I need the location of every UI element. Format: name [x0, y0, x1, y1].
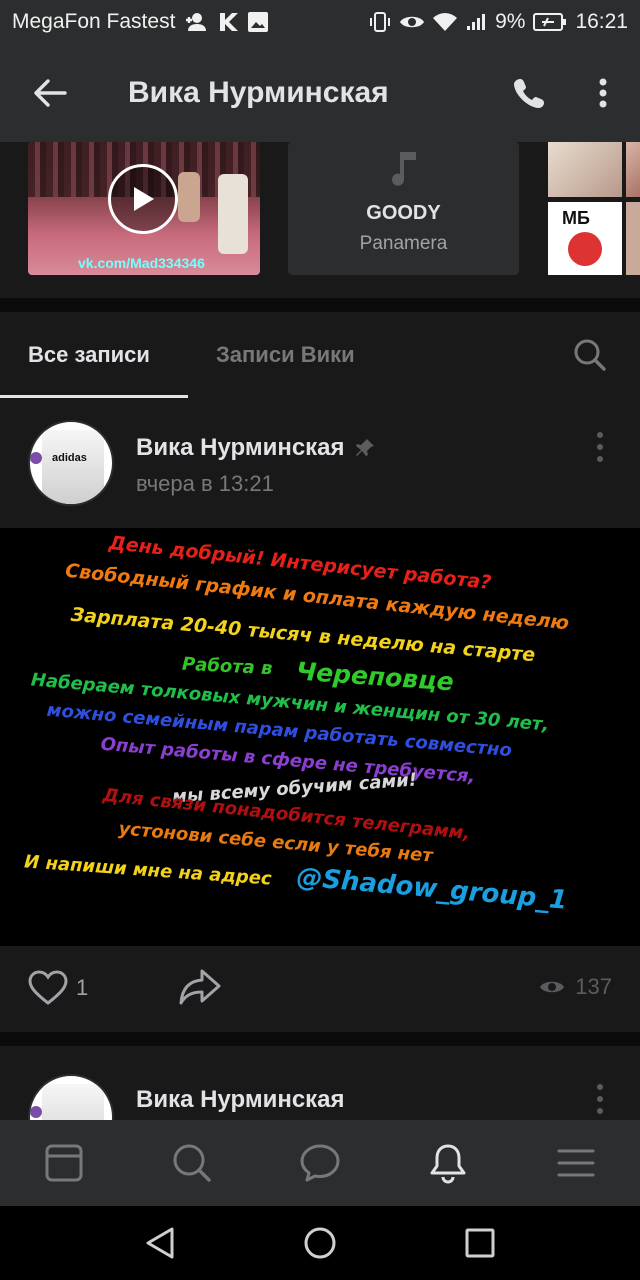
- dot-icon: [597, 1084, 603, 1090]
- bell-icon: [430, 1144, 466, 1184]
- avatar-image: [42, 1084, 104, 1120]
- share-button[interactable]: [178, 968, 222, 1011]
- search-icon: [173, 1144, 211, 1182]
- audio-track: Panamera: [359, 233, 448, 254]
- heart-icon: [28, 970, 68, 1005]
- kate-k-icon: [217, 11, 239, 33]
- avatar-dot: [30, 1106, 42, 1118]
- nav-news[interactable]: [24, 1120, 104, 1206]
- nav-menu[interactable]: [536, 1120, 616, 1206]
- share-icon: [179, 969, 221, 1005]
- newsfeed-icon: [45, 1144, 83, 1182]
- post-more-button[interactable]: [588, 432, 612, 462]
- app-header: Вика Нурминская: [0, 44, 640, 142]
- dot-icon: [597, 1108, 603, 1114]
- avatar[interactable]: [28, 1074, 114, 1120]
- eye-icon: [399, 12, 425, 32]
- search-icon: [574, 339, 606, 371]
- more-options-button[interactable]: [566, 44, 640, 142]
- like-button[interactable]: 1: [28, 970, 88, 1006]
- image-text-line: Череповце: [295, 656, 455, 697]
- post-header: adidas Вика Нурминская вчера в 13:21: [0, 398, 640, 528]
- eye-icon: [540, 981, 565, 993]
- status-bar: MegaFon Fastest 9% 16:21: [0, 0, 640, 44]
- avatar-image: [42, 430, 104, 504]
- dot-icon: [597, 432, 603, 438]
- dot-icon: [597, 456, 603, 462]
- circle-home-icon: [304, 1227, 336, 1259]
- fighter-figure: [178, 172, 200, 222]
- gallery-icon: [247, 11, 269, 33]
- image-text-line: @Shadow_group_1: [295, 862, 569, 916]
- wall-post: adidas Вика Нурминская вчера в 13:21 Ден…: [0, 398, 640, 1032]
- play-icon: [134, 187, 154, 211]
- vibrate-icon: [369, 11, 391, 33]
- post-author-name: Вика Нурминская: [136, 1086, 345, 1113]
- music-note-icon: [392, 152, 416, 186]
- fighter-figure: [218, 174, 248, 254]
- views-count: 137: [575, 974, 612, 999]
- photo-figure: [568, 232, 602, 266]
- system-navigation: [0, 1206, 640, 1280]
- photo-thumbnail[interactable]: МБ: [548, 202, 622, 275]
- chat-bubble-icon: [300, 1144, 340, 1182]
- pin-icon: [355, 439, 374, 456]
- avatar-dot: [30, 452, 42, 464]
- image-text-line: И напиши мне на адрес: [23, 851, 273, 890]
- avatar[interactable]: adidas: [28, 420, 114, 506]
- wifi-icon: [433, 12, 458, 32]
- battery-percent: 9%: [495, 10, 526, 33]
- nav-search[interactable]: [152, 1120, 232, 1206]
- post-more-button[interactable]: [588, 1084, 612, 1114]
- audio-artist: GOODY: [366, 202, 441, 224]
- back-button[interactable]: [0, 44, 100, 142]
- carrier-name: MegaFon Fastest: [12, 10, 176, 33]
- post-author-name: Вика Нурминская: [136, 434, 345, 461]
- photo-label: МБ: [562, 208, 590, 228]
- post-author[interactable]: Вика Нурминская: [136, 434, 375, 462]
- wall-tabs: Все записи Записи Вики: [0, 312, 640, 398]
- video-watermark: vk.com/Mad334346: [78, 255, 205, 271]
- photo-thumbnail[interactable]: [626, 142, 640, 197]
- more-vertical-icon: [599, 78, 607, 108]
- dot-icon: [597, 1096, 603, 1102]
- triangle-back-icon: [146, 1227, 174, 1259]
- search-button[interactable]: [540, 312, 640, 398]
- arrow-left-icon: [34, 79, 67, 107]
- image-text-line: Работа в: [181, 653, 274, 680]
- post-image[interactable]: День добрый! Интерисует работа? Свободны…: [0, 528, 640, 946]
- phone-icon: [514, 79, 544, 108]
- bottom-navigation: [0, 1120, 640, 1206]
- hamburger-icon: [557, 1149, 595, 1177]
- nav-messages[interactable]: [280, 1120, 360, 1206]
- wall-post: Вика Нурминская: [0, 1046, 640, 1120]
- call-button[interactable]: [492, 44, 566, 142]
- post-footer: 1 137: [0, 946, 640, 1032]
- avatar-brand: adidas: [52, 452, 87, 464]
- play-button[interactable]: [108, 164, 178, 234]
- nav-notifications[interactable]: [408, 1120, 488, 1206]
- clock: 16:21: [575, 10, 628, 33]
- audio-card[interactable]: GOODY Panamera: [288, 142, 519, 275]
- post-time: вчера в 13:21: [136, 471, 274, 496]
- post-author[interactable]: Вика Нурминская: [136, 1086, 345, 1114]
- photo-thumbnail[interactable]: [626, 202, 640, 275]
- tab-all-posts[interactable]: Все записи: [0, 312, 188, 398]
- like-count: 1: [76, 975, 89, 1000]
- tab-user-posts[interactable]: Записи Вики: [188, 312, 383, 398]
- video-thumbnail[interactable]: vk.com/Mad334346: [28, 142, 260, 275]
- media-strip: vk.com/Mad334346 GOODY Panamera МБ: [0, 142, 640, 298]
- square-recents-icon: [465, 1228, 495, 1258]
- system-recents-button[interactable]: [455, 1218, 505, 1268]
- signal-icon: [465, 12, 487, 32]
- system-back-button[interactable]: [135, 1218, 185, 1268]
- page-title: Вика Нурминская: [128, 76, 389, 109]
- dot-icon: [597, 444, 603, 450]
- views-counter: 137: [539, 974, 612, 1000]
- battery-icon: [533, 13, 567, 31]
- add-friend-icon: [183, 12, 209, 32]
- photo-thumbnail[interactable]: [548, 142, 622, 197]
- system-home-button[interactable]: [295, 1218, 345, 1268]
